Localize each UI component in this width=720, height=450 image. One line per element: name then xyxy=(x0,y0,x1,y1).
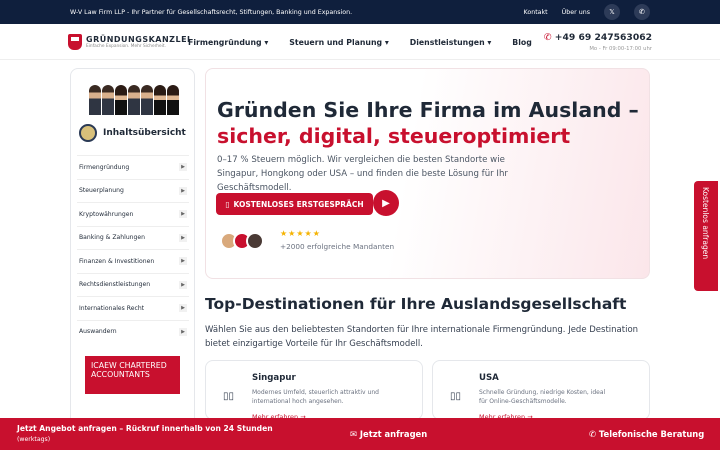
toc-title: Inhaltsübersicht xyxy=(103,128,186,138)
chevron-right-icon: ▶ xyxy=(179,304,187,313)
shield-logo-icon xyxy=(68,34,82,50)
phone-number: +49 69 247563062 xyxy=(554,32,652,43)
x-icon[interactable]: 𝕏 xyxy=(604,4,620,20)
topbar-text: W-V Law Firm LLP - Ihr Partner für Gesel… xyxy=(70,8,353,16)
hero-description: 0–17 % Steuern möglich. Wir vergleichen … xyxy=(217,155,508,193)
contact-link[interactable]: Kontakt xyxy=(524,9,548,16)
phone-consultation-button[interactable]: ✆ Telefonische Beratung xyxy=(589,429,704,439)
award-badge-icon xyxy=(79,124,97,142)
offer-request-link[interactable]: Jetzt Angebot anfragen – Rückruf innerha… xyxy=(17,424,273,433)
toc-item[interactable]: Steuerplanung ▶ xyxy=(77,178,189,203)
calendar-icon: ▯ xyxy=(225,199,230,209)
hero-section: Gründen Sie Ihre Firma im Ausland – sich… xyxy=(205,68,650,279)
toc-item[interactable]: Finanzen & Investitionen ▶ xyxy=(77,249,189,273)
team-photo xyxy=(81,77,187,115)
chevron-right-icon: ▶ xyxy=(179,186,187,195)
inquire-now-button[interactable]: ✉ Jetzt anfragen xyxy=(350,429,427,439)
free-inquiry-side-tab[interactable]: Kostenlos anfragen xyxy=(694,181,718,291)
toc-item[interactable]: Kryptowährungen ▶ xyxy=(77,202,189,226)
toc-item[interactable]: Internationales Recht ▶ xyxy=(77,296,189,320)
bottom-cta-bar: Jetzt Angebot anfragen – Rückruf innerha… xyxy=(0,418,720,450)
destination-card-singapur[interactable]: ▯▯ Singapur Modernes Umfeld, steuerlich … xyxy=(205,360,423,421)
rating-stars: ★★★★★ xyxy=(280,229,321,238)
nav-item-steuern[interactable]: Steuern und Planung ▾ xyxy=(289,38,389,47)
chevron-right-icon: ▶ xyxy=(179,280,187,289)
building-icon: ▯▯ xyxy=(450,391,462,402)
client-count: +2000 erfolgreiche Mandanten xyxy=(280,242,395,251)
client-avatars xyxy=(220,232,264,250)
logo-subtitle: Einfache Expansion. Mehr Sicherheit. xyxy=(86,44,166,49)
chevron-right-icon: ▶ xyxy=(179,257,187,266)
offer-request-note: (werktags) xyxy=(17,436,51,443)
nav-item-blog[interactable]: Blog xyxy=(512,38,532,47)
site-logo[interactable]: GRÜNDUNGSKANZLEI Einfache Expansion. Meh… xyxy=(68,34,191,50)
phone-icon: ✆ xyxy=(543,32,552,43)
chevron-right-icon: ▶ xyxy=(179,233,187,242)
main-navigation: GRÜNDUNGSKANZLEI Einfache Expansion. Meh… xyxy=(0,24,720,60)
hero-title: Gründen Sie Ihre Firma im Ausland – sich… xyxy=(217,98,639,148)
phone-contact[interactable]: ✆ +49 69 247563062 Mo - Fr 09:00-17:00 u… xyxy=(544,32,652,52)
chevron-right-icon: ▶ xyxy=(179,210,187,219)
nav-item-dienstleistungen[interactable]: Dienstleistungen ▾ xyxy=(410,38,492,47)
chevron-right-icon: ▶ xyxy=(179,163,187,172)
toc-item[interactable]: Banking & Zahlungen ▶ xyxy=(77,225,189,250)
destination-card-usa[interactable]: ▯▯ USA Schnelle Gründung, niedrige Koste… xyxy=(432,360,650,421)
destinations-description: Wählen Sie aus den beliebtesten Standort… xyxy=(205,325,639,349)
office-hours: Mo - Fr 09:00-17:00 uhr xyxy=(589,46,652,52)
chevron-right-icon: ▶ xyxy=(179,327,187,336)
toc-item[interactable]: Auswandern ▶ xyxy=(77,319,189,344)
icaew-badge: ICAEW CHARTERED ACCOUNTANTS xyxy=(85,356,180,394)
top-info-bar: W-V Law Firm LLP - Ihr Partner für Gesel… xyxy=(0,0,720,24)
play-video-button[interactable]: ▶ xyxy=(373,190,399,216)
table-of-contents-sidebar: Inhaltsübersicht Firmengründung ▶ Steuerp… xyxy=(70,68,195,428)
about-link[interactable]: Über uns xyxy=(562,9,590,16)
nav-item-firmengruendung[interactable]: Firmengründung ▾ xyxy=(188,38,268,47)
play-icon: ▶ xyxy=(382,197,390,209)
whatsapp-icon[interactable]: ✆ xyxy=(634,4,650,20)
destinations-title: Top-Destinationen für Ihre Auslandsgesel… xyxy=(205,295,627,313)
toc-item[interactable]: Rechtsdienstleistungen ▶ xyxy=(77,272,189,297)
toc-item[interactable]: Firmengründung ▶ xyxy=(77,155,189,179)
building-icon: ▯▯ xyxy=(223,391,235,402)
logo-title: GRÜNDUNGSKANZLEI xyxy=(86,35,191,44)
free-consultation-button[interactable]: ▯ KOSTENLOSES ERSTGESPRÄCH xyxy=(216,193,373,215)
